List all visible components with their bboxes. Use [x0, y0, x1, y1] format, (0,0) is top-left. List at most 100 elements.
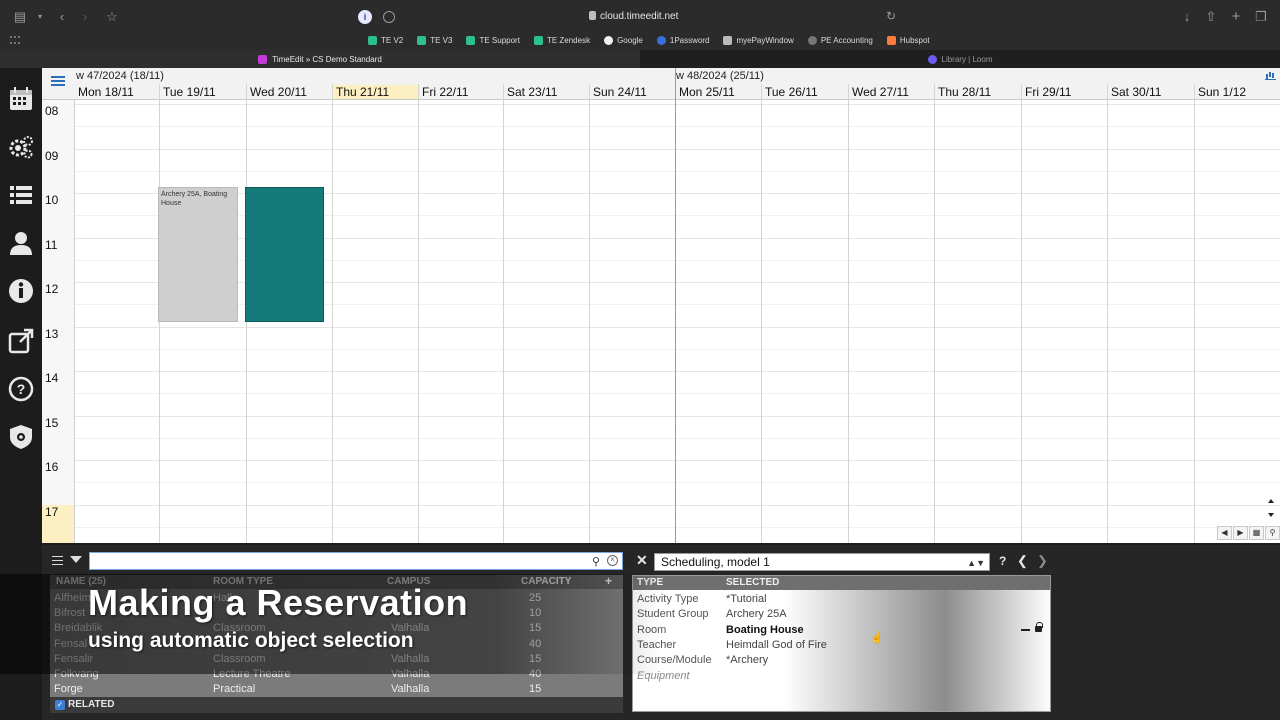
day-header[interactable]: Wed 20/11	[248, 85, 307, 99]
day-header[interactable]: Mon 18/11	[76, 85, 134, 99]
calendar-picker-icon[interactable]: ▦	[1249, 526, 1264, 540]
bookmark-google[interactable]: Google	[604, 33, 643, 47]
table-row[interactable]: Folkvang Lecture Theatre Valhalla 40	[50, 667, 623, 682]
table-cell: 10	[529, 607, 542, 620]
bookmark-1password[interactable]: 1Password	[656, 33, 709, 47]
timeedit-favicon-icon	[258, 54, 268, 64]
day-header[interactable]: Sat 23/11	[505, 85, 557, 99]
hour-label: 09	[45, 148, 59, 163]
object-search-input[interactable]	[89, 552, 623, 570]
share-icon[interactable]: ⇧	[1203, 9, 1219, 25]
reservation-row[interactable]: Teacher Heimdall God of Fire	[633, 638, 1050, 653]
add-column-icon[interactable]: +	[605, 575, 612, 588]
password-extension-icon[interactable]: i	[358, 10, 372, 24]
site-settings-icon[interactable]	[383, 11, 395, 23]
reservation-event[interactable]: Archery 25A, Boating House	[158, 187, 238, 322]
close-icon[interactable]: ✕	[636, 552, 648, 569]
url-text[interactable]: cloud.timeedit.net	[600, 11, 678, 22]
hour-label: 12	[45, 282, 59, 296]
search-icon[interactable]: ⚲	[592, 555, 600, 568]
reservation-row[interactable]: Room Boating House	[633, 621, 1050, 638]
timeedit-icon	[417, 35, 427, 45]
bookmark-te-support[interactable]: TE Support	[466, 33, 520, 47]
list-icon[interactable]	[8, 182, 34, 208]
new-reservation-event[interactable]	[245, 187, 324, 322]
table-row[interactable]: Fensalir Classroom Valhalla 15	[50, 652, 623, 667]
day-header[interactable]: Sun 1/12	[1196, 85, 1246, 99]
day-header[interactable]: Tue 19/11	[161, 85, 216, 99]
table-cell: 15	[529, 652, 542, 665]
day-header[interactable]: Wed 27/11	[850, 85, 909, 99]
reload-icon[interactable]: ↻	[886, 9, 896, 23]
clear-icon[interactable]: ×	[607, 555, 618, 566]
info-icon[interactable]	[8, 278, 34, 304]
help-icon[interactable]: ?	[8, 376, 34, 402]
day-divider	[418, 84, 419, 543]
bookmark-hubspot[interactable]: Hubspot	[886, 33, 930, 47]
browser-toolbar: ▤ ▾ ‹ › ☆ i cloud.timeedit.net ↻ ↓ ⇧ + ❐…	[0, 0, 1280, 50]
reservation-value: *Archery	[726, 654, 769, 667]
week-label: w 48/2024 (25/11)	[676, 70, 764, 82]
day-header[interactable]: Fri 22/11	[420, 85, 468, 99]
star-icon[interactable]: ☆	[104, 9, 120, 25]
bookmark-mypaywindow[interactable]: myePayWindow	[723, 33, 794, 47]
help-icon[interactable]: ?	[999, 554, 1006, 568]
checkbox-checked-icon[interactable]: ✓	[55, 700, 65, 710]
address-bar[interactable]: i cloud.timeedit.net ↻	[355, 8, 900, 27]
bookmark-te-v2[interactable]: TE V2	[368, 33, 403, 47]
day-header[interactable]: Thu 21/11	[334, 85, 420, 99]
reservation-row[interactable]: Student Group Archery 25A	[633, 607, 1050, 622]
filter-icon[interactable]	[70, 556, 82, 563]
external-link-icon[interactable]	[8, 328, 34, 354]
scroll-arrows[interactable]	[1265, 495, 1277, 521]
reservation-row[interactable]: Activity Type *Tutorial	[633, 592, 1050, 607]
reservation-row[interactable]: Equipment	[633, 669, 1050, 684]
related-toggle[interactable]: ✓ RELATED	[50, 697, 623, 713]
table-row[interactable]: Forge Practical Valhalla 15	[50, 682, 623, 697]
zoom-icon[interactable]: ⚲	[1265, 526, 1280, 540]
tab-overview-icon[interactable]: ❐	[1253, 9, 1269, 25]
reservation-row[interactable]: Course/Module *Archery	[633, 653, 1050, 668]
table-cell: Fensalir	[54, 652, 94, 665]
day-header[interactable]: Sat 30/11	[1109, 85, 1161, 99]
day-header[interactable]: Thu 28/11	[936, 85, 991, 99]
related-label: RELATED	[68, 699, 115, 710]
bookmark-te-zendesk[interactable]: TE Zendesk	[533, 33, 590, 47]
menu-icon[interactable]	[52, 556, 63, 565]
sidebar-toggle-icon[interactable]: ▤	[12, 9, 28, 25]
new-tab-icon[interactable]: +	[1228, 9, 1244, 25]
grid-line	[75, 371, 1280, 372]
bookmark-te-v3[interactable]: TE V3	[417, 33, 452, 47]
chevron-left-icon[interactable]: ❮	[1017, 553, 1028, 569]
previous-icon[interactable]: ◀	[1217, 526, 1232, 540]
table-cell: Folkvang	[54, 668, 99, 680]
day-divider	[848, 84, 849, 543]
forward-icon[interactable]: ›	[77, 9, 93, 25]
grid-icon[interactable]	[10, 36, 20, 44]
day-header[interactable]: Fri 29/11	[1023, 85, 1071, 99]
user-icon[interactable]	[8, 230, 34, 256]
download-icon[interactable]: ↓	[1179, 9, 1195, 25]
gears-icon[interactable]	[8, 134, 34, 160]
shield-settings-icon[interactable]	[8, 424, 34, 450]
day-header[interactable]: Tue 26/11	[763, 85, 818, 99]
hamburger-menu-icon[interactable]	[51, 76, 65, 86]
hand-cursor-icon: ☝	[870, 632, 884, 644]
chevron-right-icon[interactable]: ❯	[1037, 553, 1048, 569]
day-header[interactable]: Sun 24/11	[591, 85, 647, 99]
day-header[interactable]: Mon 25/11	[677, 85, 735, 99]
tab-loom[interactable]: Library | Loom	[640, 50, 1280, 68]
back-icon[interactable]: ‹	[54, 9, 70, 25]
next-icon[interactable]: ▶	[1233, 526, 1248, 540]
chevron-down-icon[interactable]: ▾	[32, 9, 48, 25]
hour-label: 13	[45, 326, 59, 341]
bookmark-pe-accounting[interactable]: PE Accounting	[807, 33, 873, 47]
column-header[interactable]: CAPACITY	[521, 576, 571, 587]
unlock-icon[interactable]	[1035, 621, 1043, 632]
tab-bar: TimeEdit » CS Demo Standard Library | Lo…	[0, 50, 1280, 68]
minus-icon[interactable]	[1021, 628, 1030, 631]
bar-chart-icon[interactable]	[1265, 71, 1276, 80]
model-select[interactable]: Scheduling, model 1 ▲▼	[654, 553, 990, 571]
tab-timeedit[interactable]: TimeEdit » CS Demo Standard	[0, 50, 640, 68]
calendar-icon[interactable]	[8, 86, 34, 112]
